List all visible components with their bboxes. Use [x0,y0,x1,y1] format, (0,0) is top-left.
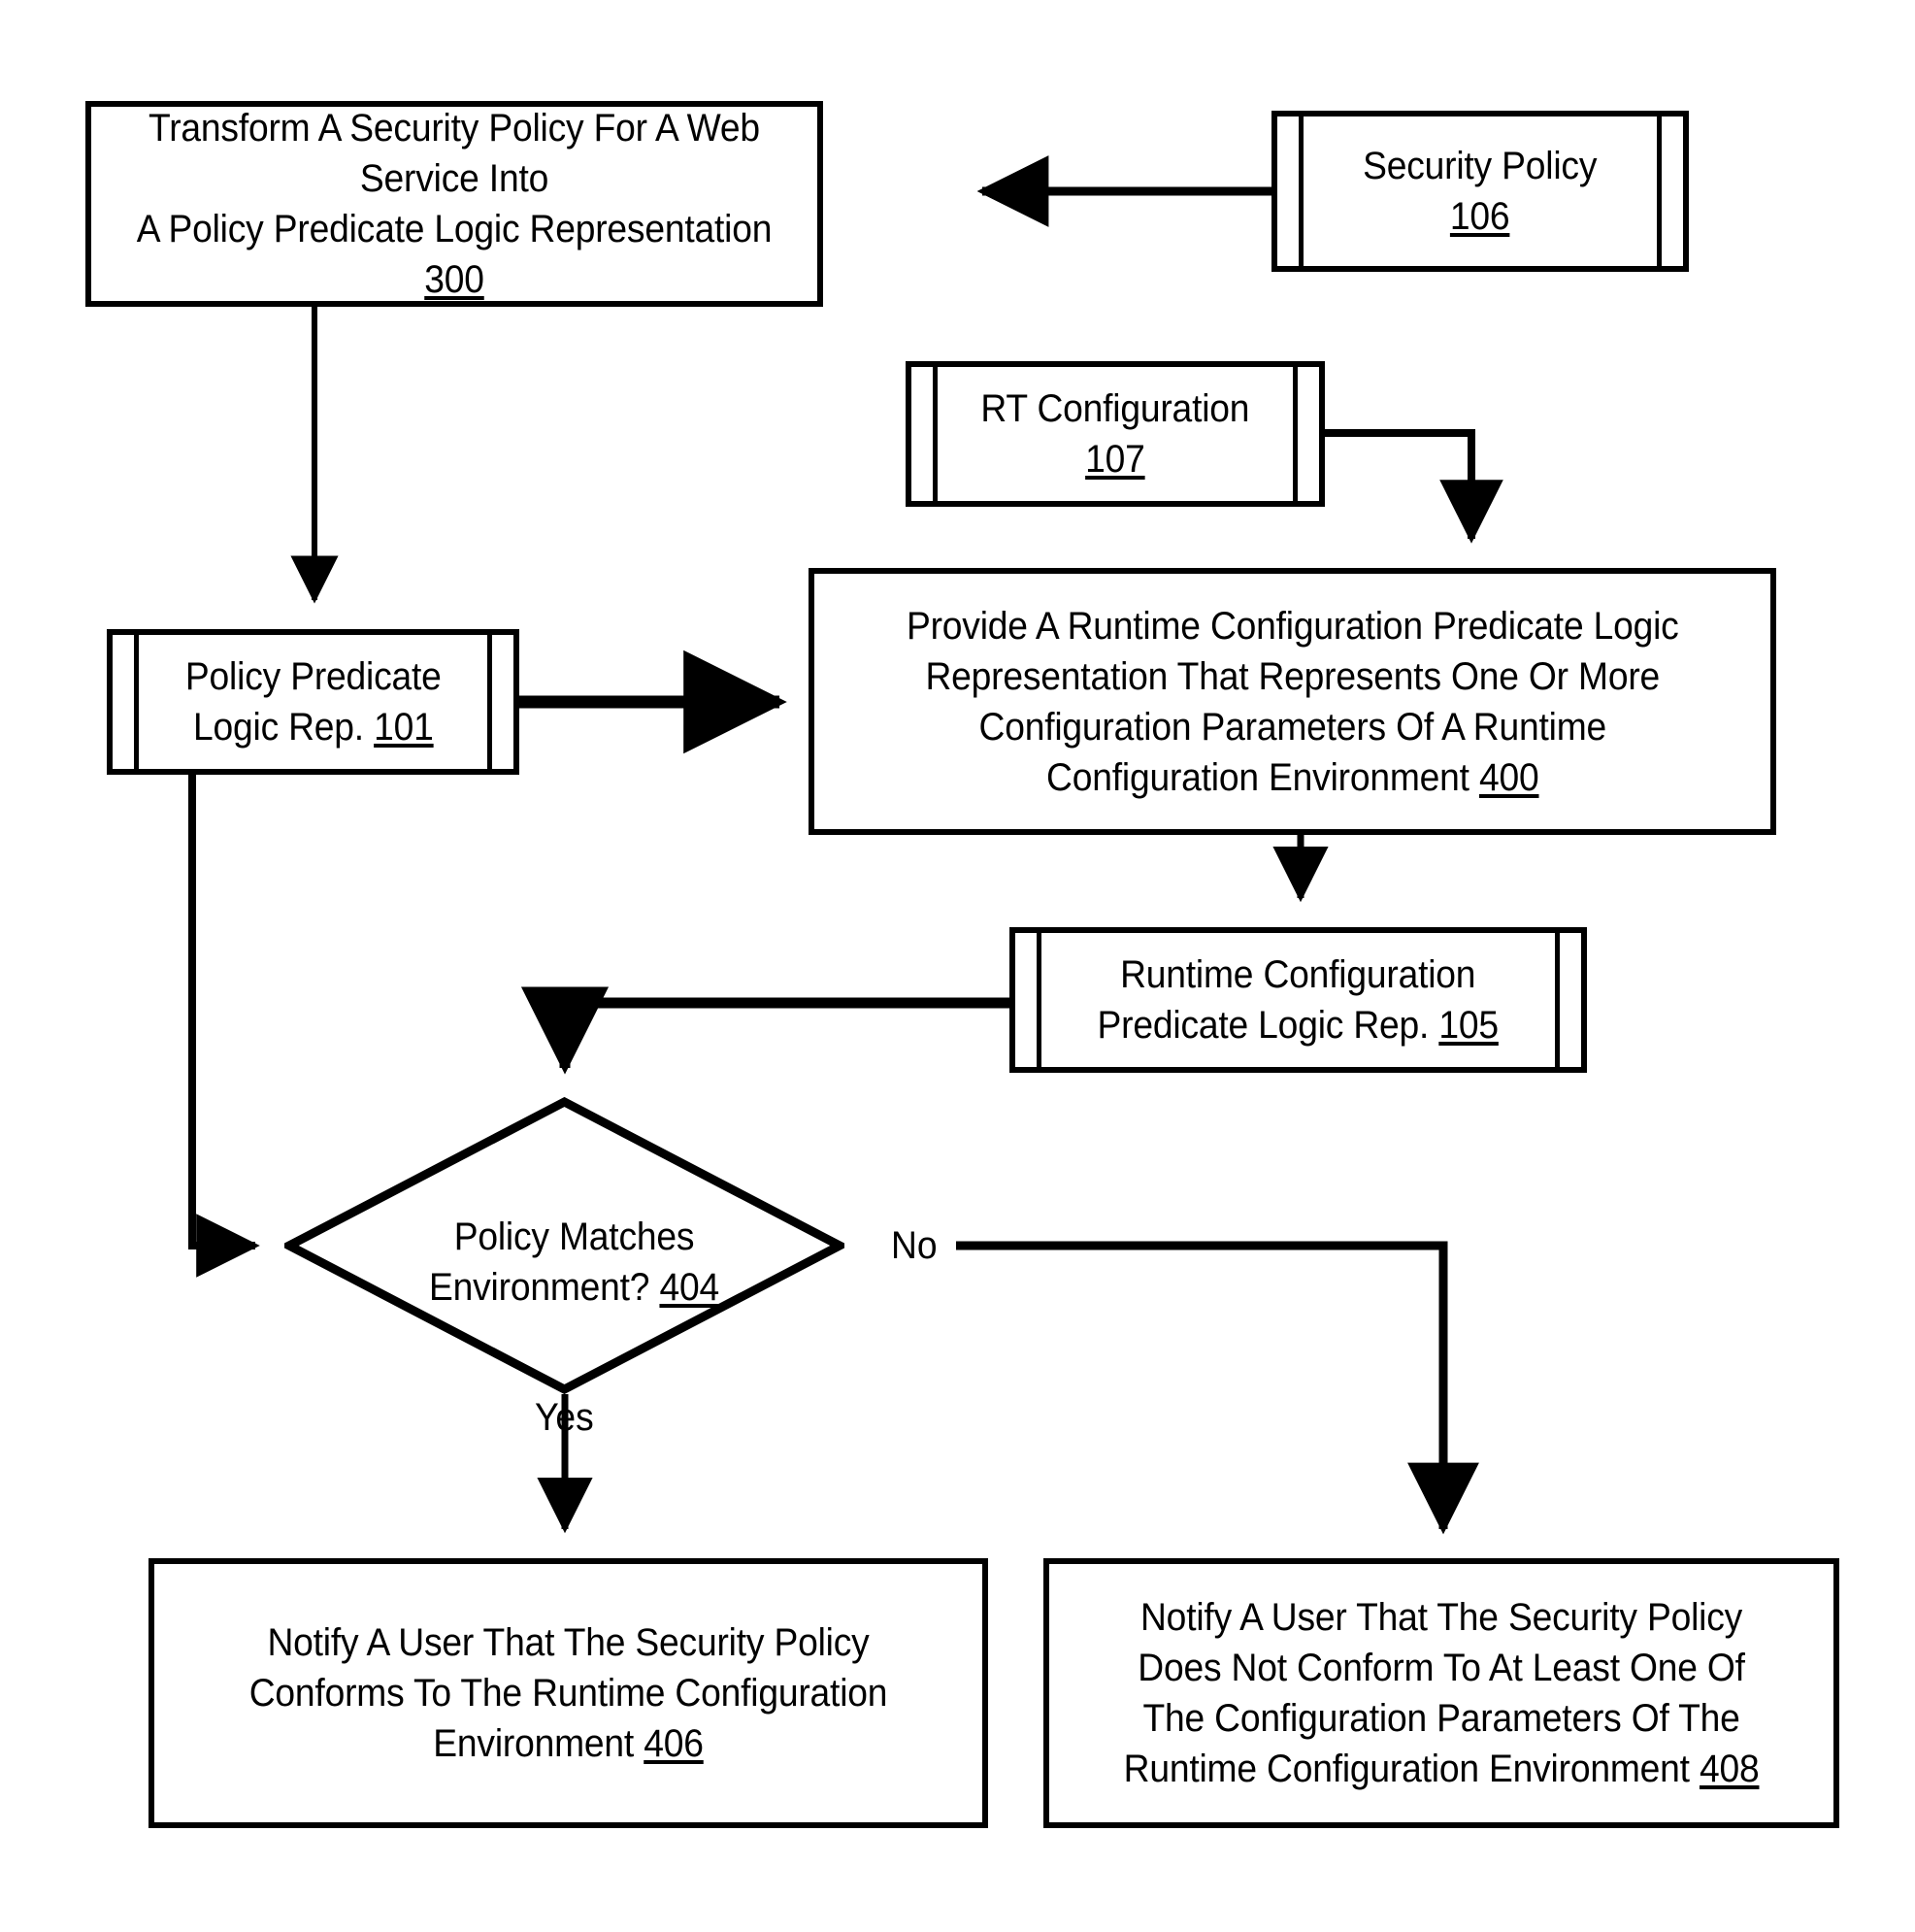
process-notify-user-does-not-conform[interactable]: Notify A User That The Security Policy D… [1043,1558,1839,1828]
edge-label-yes: Yes [535,1396,594,1439]
node-ref: 408 [1699,1748,1760,1790]
node-ref: 400 [1478,755,1539,799]
data-store-policy-predicate-logic-rep[interactable]: Policy Predicate Logic Rep. 101 [107,629,519,775]
flowchart-canvas: Transform A Security Policy For A Web Se… [0,0,1915,1932]
node-label: Policy Matches Environment? 404 [429,1216,719,1309]
process-notify-user-conforms[interactable]: Notify A User That The Security Policy C… [149,1558,988,1828]
node-ref: 300 [424,258,484,301]
node-ref: 101 [373,706,434,749]
node-label: Runtime Configuration Predicate Logic Re… [1097,953,1500,1047]
node-label: Notify A User That The Security Policy C… [248,1621,888,1765]
edge-policy-predicate-to-decision [188,775,260,1278]
edge-decision-no-to-notify-not-conform [956,1241,1479,1535]
node-ref: 404 [659,1266,719,1309]
node-ref: 107 [1085,438,1145,481]
node-ref: 106 [1450,195,1510,238]
edge-label-no: No [891,1224,938,1267]
node-ref: 406 [644,1722,704,1765]
node-ref: 105 [1438,1004,1500,1047]
node-label: Provide A Runtime Configuration Predicat… [906,604,1679,799]
node-label: RT Configuration 107 [980,387,1250,481]
data-store-rt-configuration[interactable]: RT Configuration 107 [906,361,1325,507]
process-transform-security-policy[interactable]: Transform A Security Policy For A Web Se… [85,101,823,307]
data-store-runtime-config-predicate-logic-rep[interactable]: Runtime Configuration Predicate Logic Re… [1009,927,1587,1073]
node-label: Notify A User That The Security Policy D… [1123,1596,1760,1790]
edge-runtime-rep-to-decision [520,986,1009,1075]
decision-policy-matches-environment[interactable]: Policy Matches Environment? 404 [284,1097,844,1394]
node-label: Policy Predicate Logic Rep. 101 [184,655,442,749]
node-label: Security Policy 106 [1363,145,1598,238]
edge-rt-config-to-provide [1325,429,1503,544]
node-label: Transform A Security Policy For A Web Se… [136,107,773,301]
process-provide-runtime-configuration[interactable]: Provide A Runtime Configuration Predicat… [809,568,1776,835]
data-store-security-policy[interactable]: Security Policy 106 [1271,111,1689,272]
